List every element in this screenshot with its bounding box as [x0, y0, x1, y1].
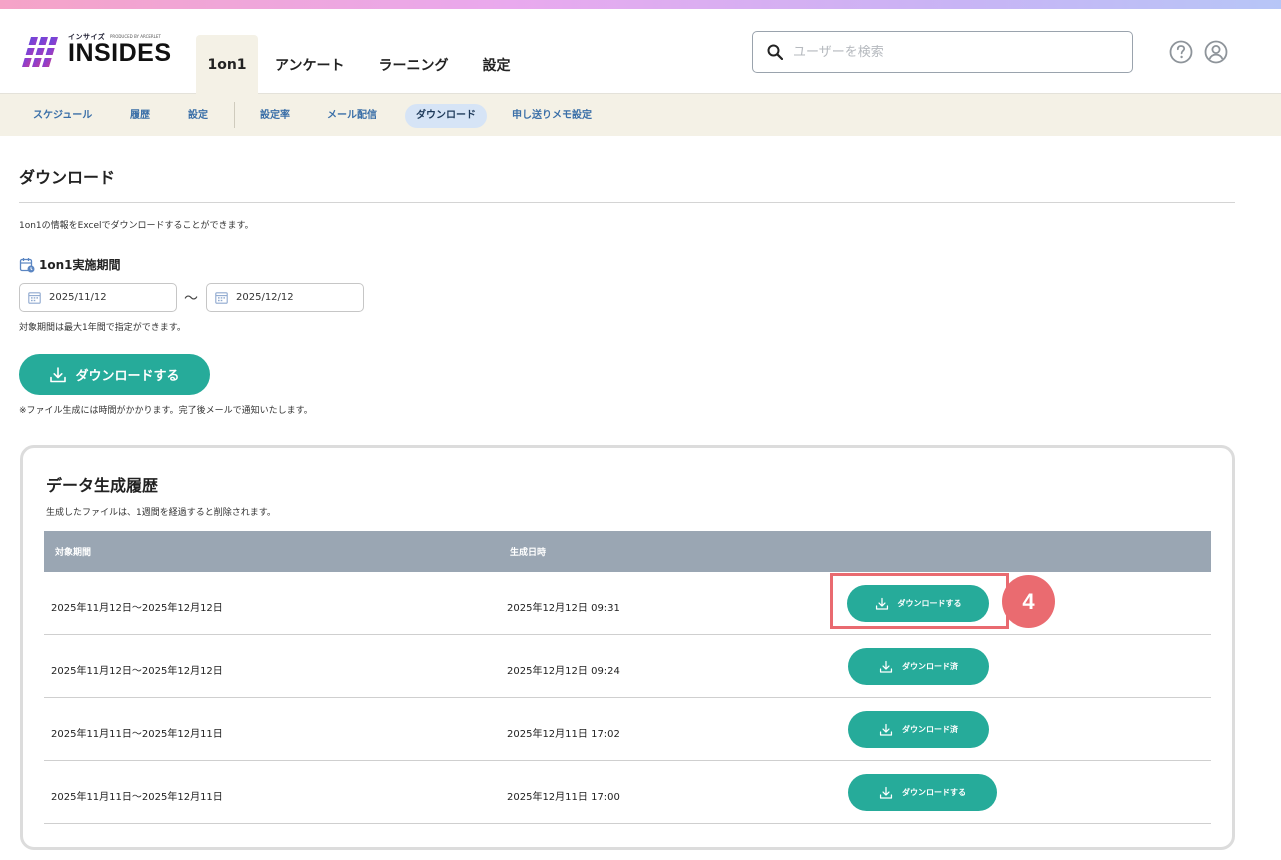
row-download-label: ダウンロード済 [902, 662, 958, 671]
help-circle-icon[interactable] [1169, 40, 1193, 64]
tab-survey[interactable]: アンケート [258, 35, 361, 94]
title-divider [19, 202, 1235, 203]
download-icon [879, 660, 893, 673]
row-period: 2025年11月12日〜2025年12月12日 [51, 666, 223, 677]
row-created: 2025年12月12日 09:31 [507, 603, 620, 614]
subnav-setting-rate[interactable]: 設定率 [260, 104, 290, 128]
sub-navigation: スケジュール 履歴 設定 設定率 メール配信 ダウンロード 申し送りメモ設定 [0, 94, 1281, 136]
row-period: 2025年11月11日〜2025年12月11日 [51, 729, 223, 740]
user-search-box[interactable] [752, 31, 1133, 73]
download-icon [879, 786, 893, 799]
top-gradient-stripe [0, 0, 1281, 9]
row-downloaded-button[interactable]: ダウンロード済 [848, 648, 989, 685]
logo-wordmark: INSIDES [68, 39, 172, 67]
history-table-header: 対象期間 生成日時 [44, 531, 1211, 572]
tab-learning[interactable]: ラーニング [361, 35, 465, 94]
table-row: 2025年11月11日〜2025年12月11日 2025年12月11日 17:0… [44, 761, 1211, 824]
row-period: 2025年11月12日〜2025年12月12日 [51, 603, 223, 614]
row-created: 2025年12月11日 17:00 [507, 792, 620, 803]
history-title: データ生成履歴 [46, 476, 159, 495]
page-description: 1on1の情報をExcelでダウンロードすることができます。 [19, 221, 254, 231]
column-header-created: 生成日時 [510, 548, 547, 558]
row-period: 2025年11月11日〜2025年12月11日 [51, 792, 223, 803]
user-account-icon[interactable] [1204, 40, 1228, 64]
row-download-button[interactable]: ダウンロードする [848, 774, 997, 811]
history-card: データ生成履歴 生成したファイルは、1週間を経過すると削除されます。 対象期間 … [20, 445, 1235, 850]
search-icon [767, 44, 783, 60]
tab-1on1[interactable]: 1on1 [196, 35, 258, 94]
subnav-handover-memo-settings[interactable]: 申し送りメモ設定 [512, 104, 592, 128]
subnav-schedule[interactable]: スケジュール [33, 104, 92, 128]
subnav-mail-delivery[interactable]: メール配信 [327, 104, 377, 128]
subnav-history[interactable]: 履歴 [130, 104, 150, 128]
step-highlight-box [830, 573, 1009, 629]
end-date-field[interactable]: 2025/12/12 [206, 283, 364, 312]
row-created: 2025年12月12日 09:24 [507, 666, 620, 677]
start-date-field[interactable]: 2025/11/12 [19, 283, 177, 312]
logo-mark-icon [22, 37, 60, 67]
subnav-download[interactable]: ダウンロード [405, 104, 487, 128]
row-downloaded-button[interactable]: ダウンロード済 [848, 711, 989, 748]
row-created: 2025年12月11日 17:02 [507, 729, 620, 740]
period-label: 1on1実施期間 [19, 256, 121, 273]
table-row: 2025年11月11日〜2025年12月11日 2025年12月11日 17:0… [44, 698, 1211, 761]
generation-note: ※ファイル生成には時間がかかります。完了後メールで通知いたします。 [19, 406, 313, 416]
subnav-settings[interactable]: 設定 [188, 104, 208, 128]
tab-settings[interactable]: 設定 [465, 35, 527, 94]
calendar-icon [28, 292, 41, 304]
app-header: インサイズ PRODUCED BY ARCERLET INSIDES 1on1 … [0, 9, 1281, 94]
end-date-value: 2025/12/12 [236, 292, 294, 303]
column-header-period: 対象期間 [55, 548, 92, 558]
insides-logo[interactable]: インサイズ PRODUCED BY ARCERLET INSIDES [22, 31, 172, 71]
calendar-clock-icon [19, 257, 35, 272]
download-icon [879, 723, 893, 736]
table-row: 2025年11月12日〜2025年12月12日 2025年12月12日 09:2… [44, 635, 1211, 698]
period-note: 対象期間は最大1年間で指定ができます。 [19, 323, 186, 333]
search-input[interactable] [793, 44, 1113, 60]
download-button[interactable]: ダウンロードする [19, 354, 210, 395]
download-icon [50, 366, 67, 382]
row-download-label: ダウンロードする [902, 788, 966, 797]
page-title: ダウンロード [19, 168, 116, 187]
calendar-icon [215, 292, 228, 304]
main-tabs: 1on1 アンケート ラーニング 設定 [196, 35, 527, 94]
history-note: 生成したファイルは、1週間を経過すると削除されます。 [46, 508, 276, 518]
step-number-badge: 4 [1002, 575, 1055, 628]
period-label-text: 1on1実施期間 [39, 258, 121, 272]
start-date-value: 2025/11/12 [49, 292, 107, 303]
row-download-label: ダウンロード済 [902, 725, 958, 734]
subnav-divider [234, 102, 235, 128]
date-range-separator: 〜 [184, 291, 198, 307]
download-button-label: ダウンロードする [75, 369, 180, 384]
